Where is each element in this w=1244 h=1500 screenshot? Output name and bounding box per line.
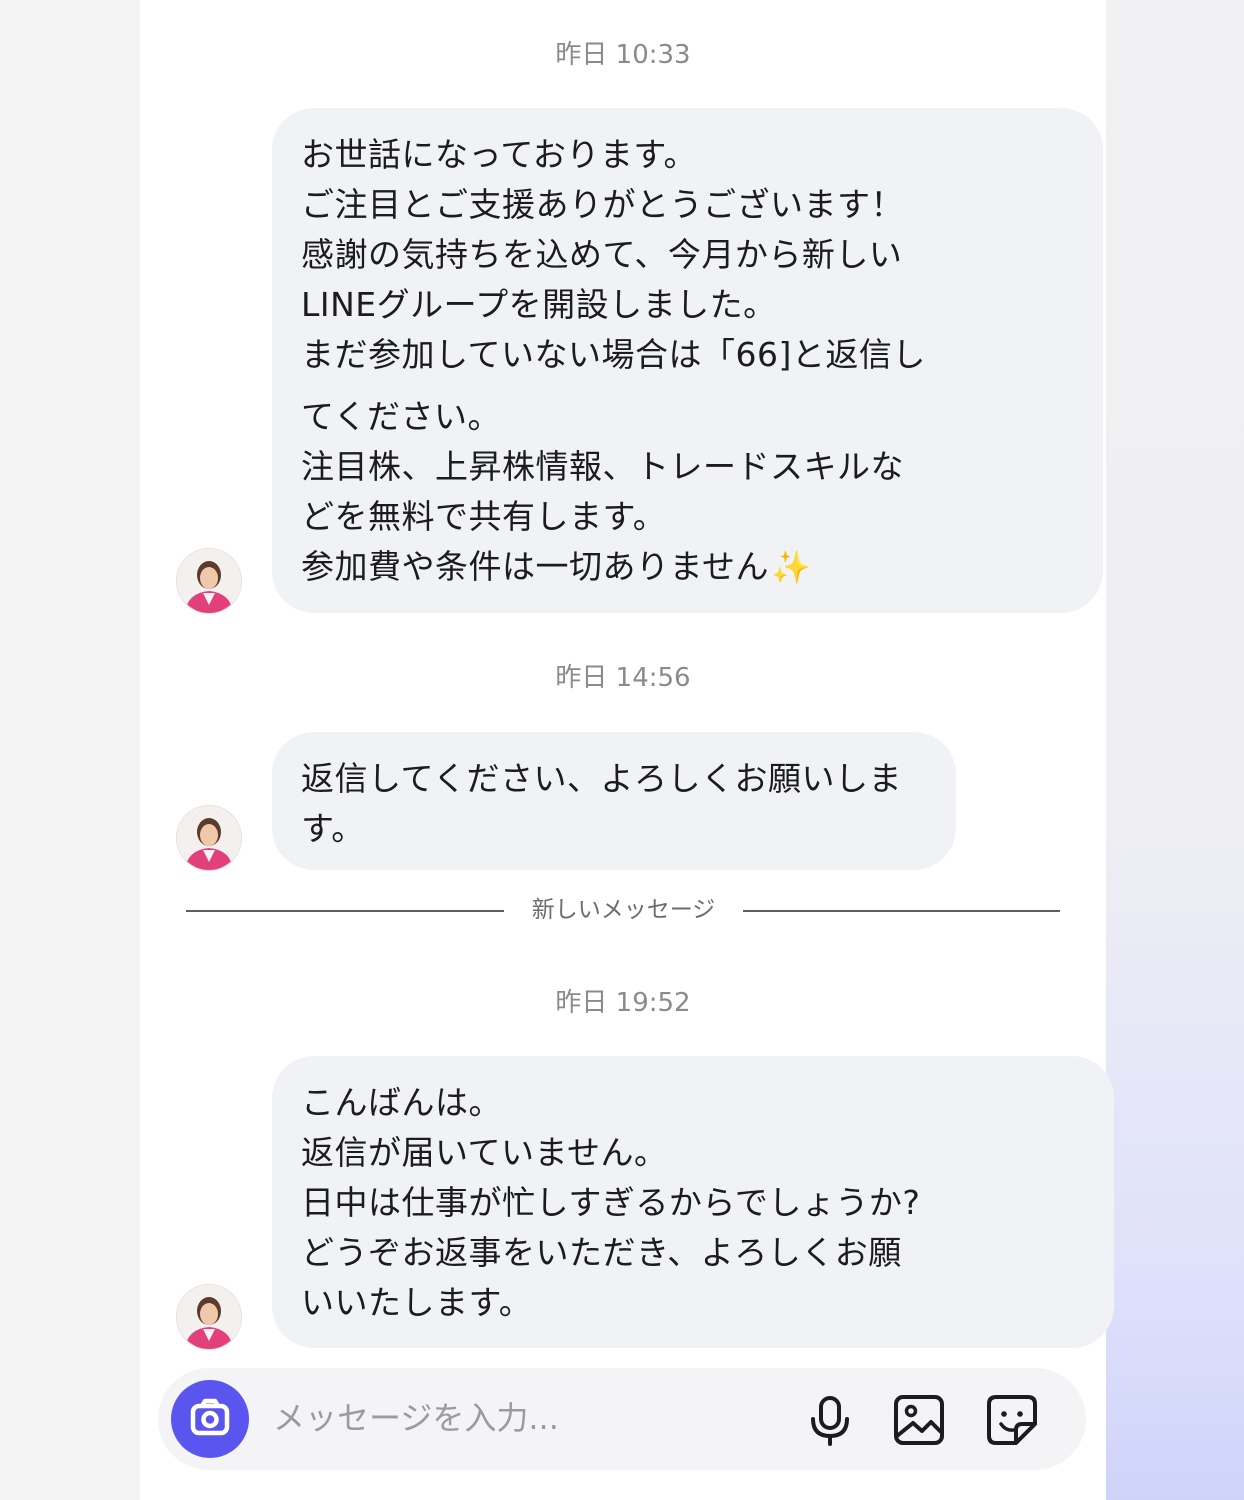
message-line: ご注目とご支援ありがとうございます！	[301, 185, 904, 224]
image-icon	[894, 1395, 944, 1445]
new-messages-divider: 新しいメッセージ	[186, 890, 1060, 930]
message-line: まだ参加していない場合は「66]と返信し	[301, 335, 926, 374]
new-messages-label: 新しいメッセージ	[531, 897, 716, 923]
message-bubble[interactable]: お世話になっております。 ご注目とご支援ありがとうございます！ 感謝の気持ちを込…	[272, 108, 1103, 613]
avatar-portrait	[177, 806, 241, 870]
message-line: 日中は仕事が忙しすぎるからでしょうか?	[301, 1183, 921, 1222]
message-timestamp: 昨日 14:56	[555, 663, 691, 693]
camera-icon	[190, 1398, 230, 1436]
sender-avatar[interactable]	[176, 1284, 242, 1350]
message-input[interactable]	[273, 1390, 773, 1446]
message-line: お世話になっております。	[301, 135, 698, 174]
message-timestamp: 昨日 19:52	[555, 988, 691, 1018]
sender-avatar[interactable]	[176, 805, 242, 871]
sticker-button[interactable]	[982, 1390, 1042, 1450]
microphone-icon	[811, 1396, 849, 1446]
message-bubble[interactable]: こんばんは。 返信が届いていません。 日中は仕事が忙しすぎるからでしょうか? ど…	[272, 1056, 1114, 1348]
sticker-icon	[987, 1395, 1037, 1445]
message-timestamp: 昨日 10:33	[555, 40, 691, 70]
background-right	[1106, 0, 1244, 1500]
message-composer	[158, 1368, 1086, 1470]
message-line: 返信してください、よろしくお願いしま	[301, 759, 903, 798]
message-line: どを無料で共有します。	[301, 497, 667, 536]
background-left	[0, 0, 140, 1500]
message-line: どうぞお返事をいただき、よろしくお願	[301, 1233, 902, 1272]
message-line: す。	[301, 809, 365, 848]
avatar-portrait	[177, 549, 241, 613]
camera-button[interactable]	[171, 1380, 249, 1458]
message-line: てください。	[301, 397, 502, 436]
chat-thread[interactable]: 昨日 10:33 お世話になっております。 ご注目とご支援ありがとうございます！…	[140, 0, 1114, 1500]
image-button[interactable]	[889, 1390, 949, 1450]
message-line-text: 参加費や条件は一切ありません	[301, 547, 770, 586]
divider-line	[743, 910, 1060, 912]
message-line: LINEグループを開設しました。	[301, 285, 777, 324]
message-line: 返信が届いていません。	[301, 1133, 668, 1172]
message-line: いいたします。	[301, 1283, 533, 1322]
microphone-button[interactable]	[800, 1390, 860, 1450]
message-line: 感謝の気持ちを込めて、今月から新しい	[301, 235, 903, 274]
sender-avatar[interactable]	[176, 548, 242, 614]
message-line: こんばんは。	[301, 1083, 502, 1122]
avatar-portrait	[177, 1285, 241, 1349]
sparkles-emoji: ✨	[771, 548, 812, 586]
divider-line	[186, 910, 504, 912]
message-line: 注目株、上昇株情報、トレードスキルな	[301, 447, 904, 486]
message-bubble[interactable]: 返信してください、よろしくお願いしま す。	[272, 732, 956, 870]
message-line: 参加費や条件は一切ありません✨	[301, 542, 1075, 592]
